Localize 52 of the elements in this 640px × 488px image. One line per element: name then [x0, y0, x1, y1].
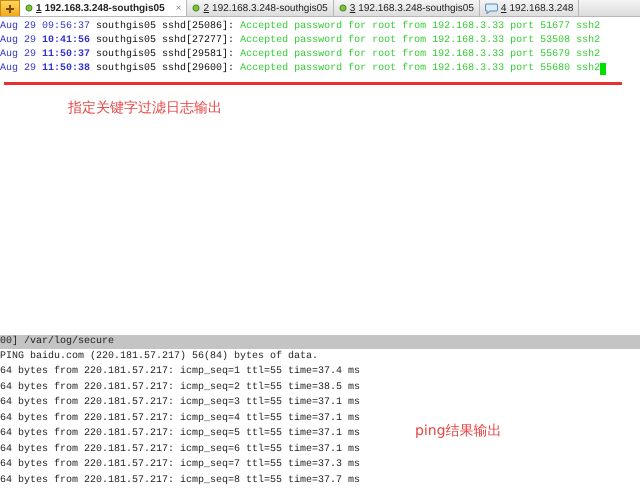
tab-label: 192.168.3.248-southgis05	[44, 2, 165, 14]
session-tab[interactable]: 3 192.168.3.248-southgis05	[334, 0, 480, 16]
close-tab-button[interactable]: ×	[176, 2, 182, 14]
terminal-line: 64 bytes from 220.181.57.217: icmp_seq=4 ttl=55 time=37.1 ms	[0, 412, 360, 426]
annotation-text: 指定关键字过滤日志输出	[68, 99, 223, 118]
terminal-line: 64 bytes from 220.181.57.217: icmp_seq=2 ttl=55 time=38.5 ms	[0, 380, 360, 394]
log-host: southgis05	[96, 48, 156, 62]
pane-title-bar: 00] /var/log/secure	[0, 334, 640, 348]
terminal-line: 64 bytes from 220.181.57.217: icmp_seq=1 ttl=55 time=37.4 ms	[0, 364, 360, 379]
log-host: southgis05	[96, 34, 156, 48]
speech-bubble-icon	[484, 2, 498, 14]
log-date: Aug 29	[0, 20, 36, 34]
status-dot-icon	[192, 4, 200, 12]
log-message: Accepted password for root from 192.168.3.33 port 55680 ssh2	[240, 62, 600, 76]
terminal-line: 64 bytes from 220.181.57.217: icmp_seq=7 ttl=55 time=37.3 ms	[0, 458, 360, 472]
tab-number: 2	[203, 2, 210, 14]
terminal-line: PING baidu.com (220.181.57.217) 56(84) bytes of data.	[0, 350, 318, 364]
terminal-line: 64 bytes from 220.181.57.217: icmp_seq=6 ttl=55 time=37.1 ms	[0, 442, 360, 456]
terminal-line: 64 bytes from 220.181.57.217: icmp_seq=3 ttl=55 time=37.1 ms	[0, 396, 360, 410]
tab-number: 1	[36, 2, 42, 14]
log-time: 11:50:38	[42, 62, 90, 76]
tab-label: 192.168.3.248-southgis05	[358, 2, 474, 14]
log-process: sshd[29600]:	[162, 62, 234, 76]
log-process: sshd[25086]:	[162, 20, 234, 34]
log-date: Aug 29	[0, 34, 36, 48]
new-tab-button[interactable]	[0, 0, 20, 16]
log-host: southgis05	[96, 20, 156, 34]
log-time: 09:56:37	[42, 20, 90, 34]
log-message: Accepted password for root from 192.168.3.33 port 55679 ssh2	[240, 48, 600, 62]
status-dot-icon	[25, 4, 33, 12]
log-message: Accepted password for root from 192.168.3.33 port 53508 ssh2	[240, 34, 600, 48]
terminal-line: 64 bytes from 220.181.57.217: icmp_seq=5 ttl=55 time=37.1 ms	[0, 426, 360, 441]
log-process: sshd[29581]:	[162, 48, 234, 62]
plus-icon	[5, 4, 15, 14]
session-tab[interactable]: 4 192.168.3.248	[480, 0, 580, 16]
status-dot-icon	[338, 4, 347, 12]
log-host: southgis05	[96, 62, 156, 76]
log-process: sshd[27277]:	[162, 34, 234, 48]
tab-number: 3	[350, 2, 356, 14]
session-tab[interactable]: 2 192.168.3.248-southgis05	[187, 0, 334, 16]
tab-number: 4	[500, 2, 506, 14]
text-cursor	[600, 63, 606, 76]
log-date: Aug 29	[0, 62, 36, 76]
annotation-text: ping结果输出	[415, 422, 502, 440]
log-date: Aug 29	[0, 48, 36, 62]
log-time: 10:41:56	[42, 34, 90, 48]
session-tab[interactable]: 1 192.168.3.248-southgis05 ×	[20, 0, 188, 16]
tab-label: 192.168.3.248	[509, 2, 574, 14]
terminal-line: 64 bytes from 220.181.57.217: icmp_seq=8 ttl=55 time=37.7 ms	[0, 474, 360, 488]
log-message: Accepted password for root from 192.168.3.33 port 51677 ssh2	[240, 20, 600, 34]
log-time: 11:50:37	[42, 48, 90, 62]
tab-label: 192.168.3.248-southgis05	[212, 2, 328, 14]
